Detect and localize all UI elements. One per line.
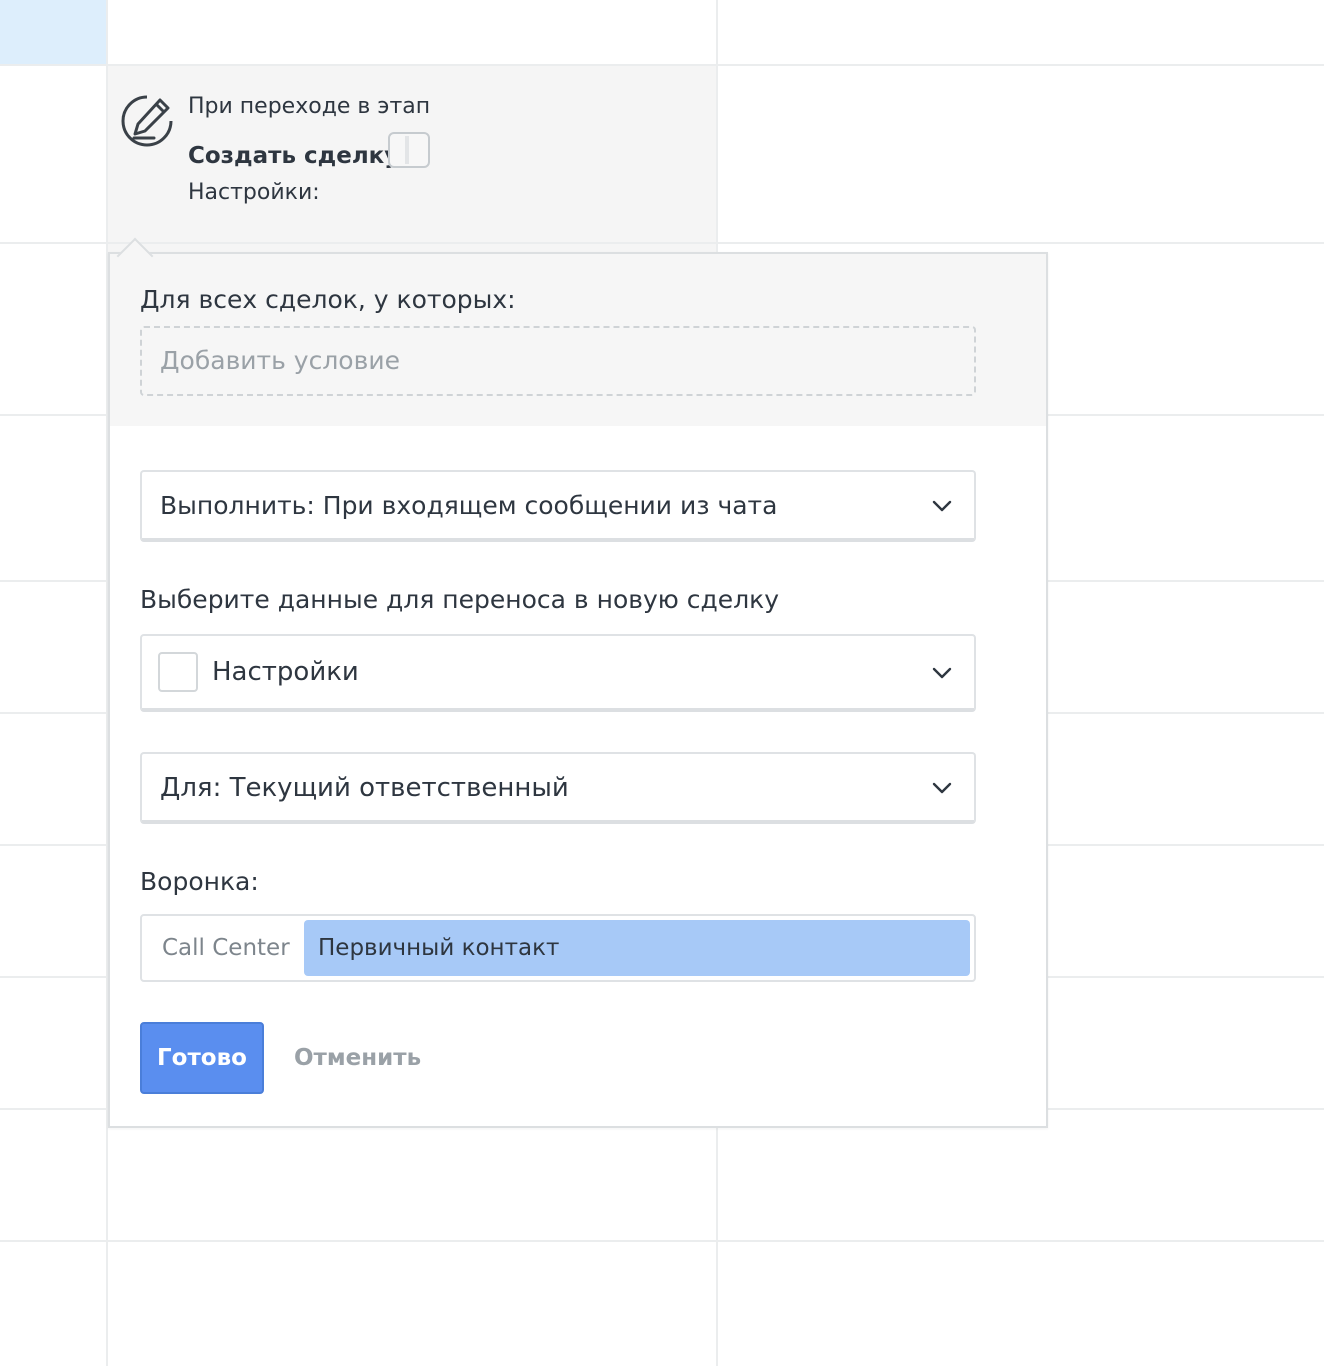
execute-select-value: Выполнить: При входящем сообщении из чат…: [160, 491, 778, 520]
done-button[interactable]: Готово: [140, 1022, 264, 1094]
create-deal-toggle[interactable]: [388, 132, 430, 168]
trigger-title: При переходе в этап: [188, 94, 431, 119]
trigger-settings-label: Настройки:: [188, 180, 320, 205]
funnel-pipeline[interactable]: Call Center: [162, 930, 290, 966]
funnel-select[interactable]: Call Center Первичный контакт: [140, 914, 976, 982]
grid-line: [0, 1240, 1324, 1242]
grid-line: [0, 242, 1324, 244]
funnel-label: Воронка:: [140, 867, 259, 896]
execute-select[interactable]: Выполнить: При входящем сообщении из чат…: [140, 470, 976, 542]
pencil-edit-icon[interactable]: [120, 94, 174, 148]
cancel-button[interactable]: Отменить: [294, 1041, 421, 1075]
transfer-settings-select[interactable]: Настройки: [140, 634, 976, 712]
trigger-settings-popup: Для всех сделок, у которых: Добавить усл…: [108, 252, 1048, 1128]
chevron-down-icon: [932, 667, 952, 679]
responsible-select[interactable]: Для: Текущий ответственный: [140, 752, 976, 824]
chevron-down-icon: [932, 782, 952, 794]
transfer-data-label: Выберите данные для переноса в новую сде…: [140, 585, 780, 614]
responsible-select-value: Для: Текущий ответственный: [160, 773, 569, 803]
condition-label: Для всех сделок, у которых:: [140, 285, 516, 314]
condition-section: Для всех сделок, у которых: Добавить усл…: [110, 254, 1046, 426]
chevron-down-icon: [932, 500, 952, 512]
funnel-stage[interactable]: Первичный контакт: [304, 920, 970, 976]
create-deal-label: Создать сделку:: [188, 143, 409, 169]
add-condition-field[interactable]: Добавить условие: [140, 326, 976, 396]
grid-cell-highlight: [0, 0, 107, 65]
transfer-settings-value: Настройки: [212, 657, 359, 687]
transfer-settings-checkbox[interactable]: [158, 652, 198, 692]
